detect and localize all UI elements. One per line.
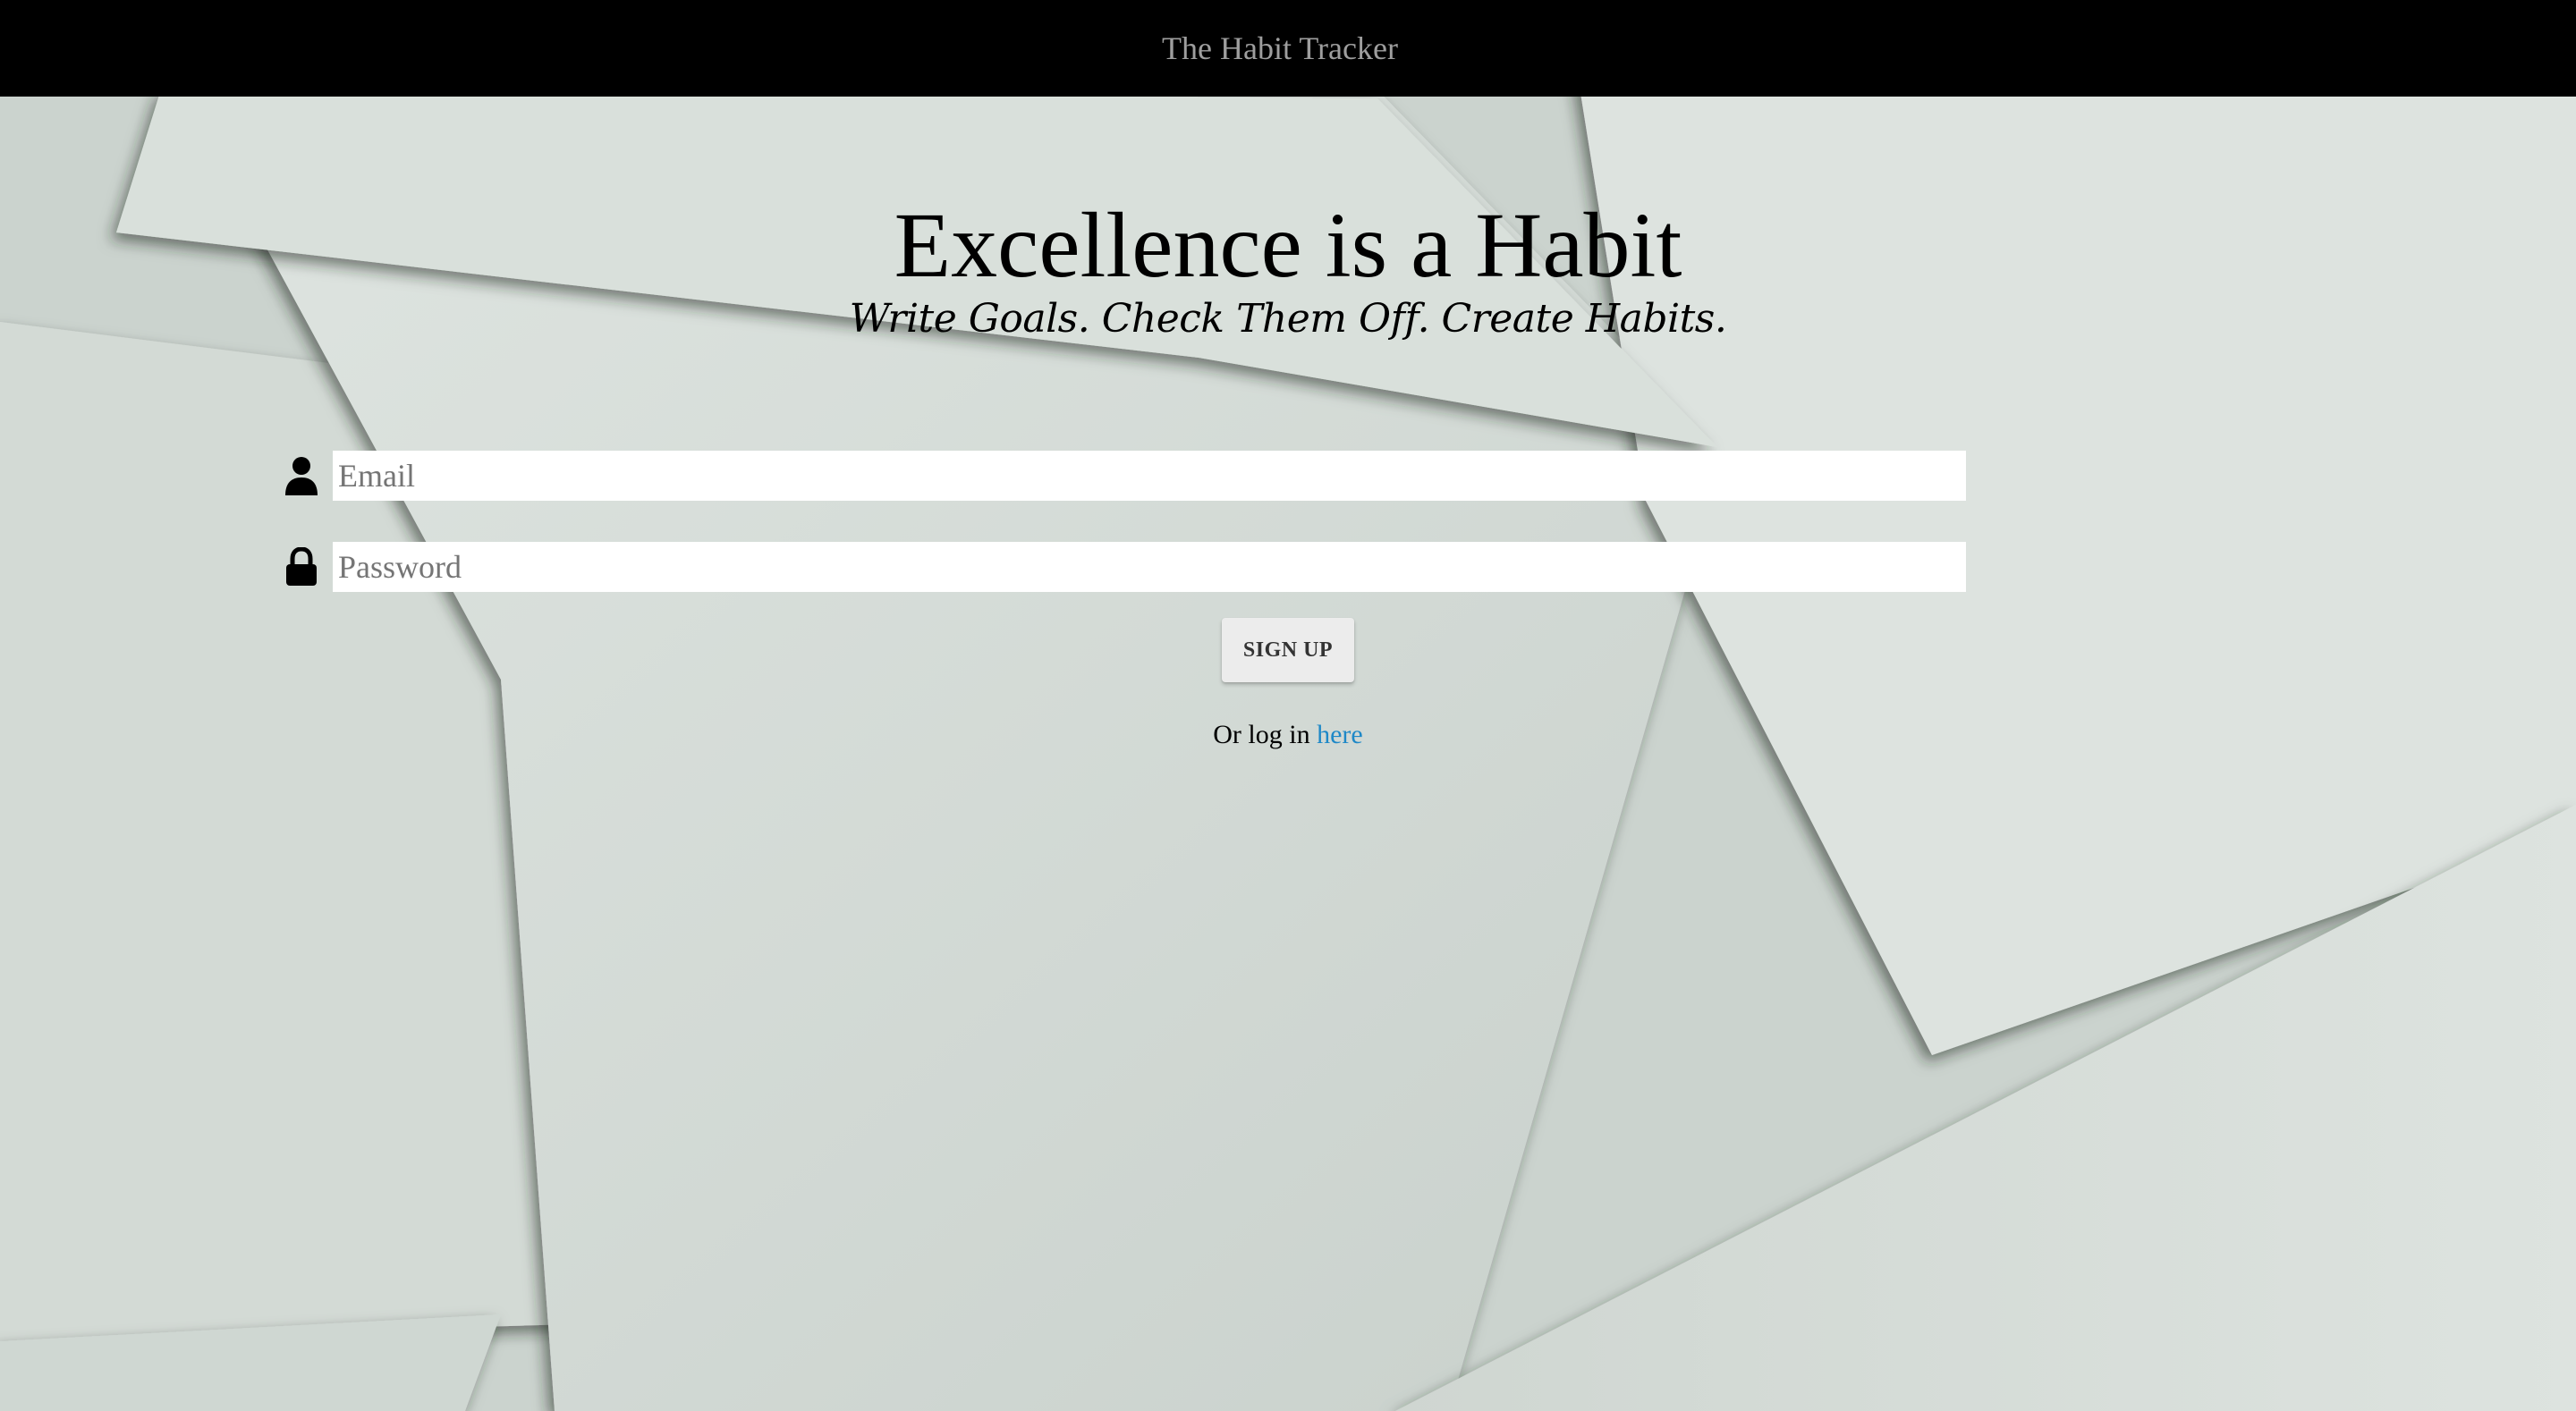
password-input[interactable] [333, 542, 1966, 592]
person-icon [279, 451, 324, 501]
password-field-row [279, 542, 1966, 592]
login-prompt-text: Or log in [1213, 720, 1318, 749]
sign-up-button[interactable]: SIGN UP [1222, 618, 1354, 682]
hero-subtitle: Write Goals. Check Them Off. Create Habi… [849, 296, 1727, 342]
brand-title[interactable]: The Habit Tracker [1162, 30, 1398, 67]
hero: Excellence is a Habit Write Goals. Check… [0, 192, 2576, 346]
email-input[interactable] [333, 451, 1966, 501]
lock-icon [279, 542, 324, 592]
email-field-row [279, 451, 1966, 501]
login-here-link[interactable]: here [1317, 720, 1363, 749]
navbar: The Habit Tracker [0, 0, 2576, 97]
hero-title: Excellence is a Habit [894, 194, 1682, 297]
login-prompt: Or log in here [0, 720, 2576, 750]
